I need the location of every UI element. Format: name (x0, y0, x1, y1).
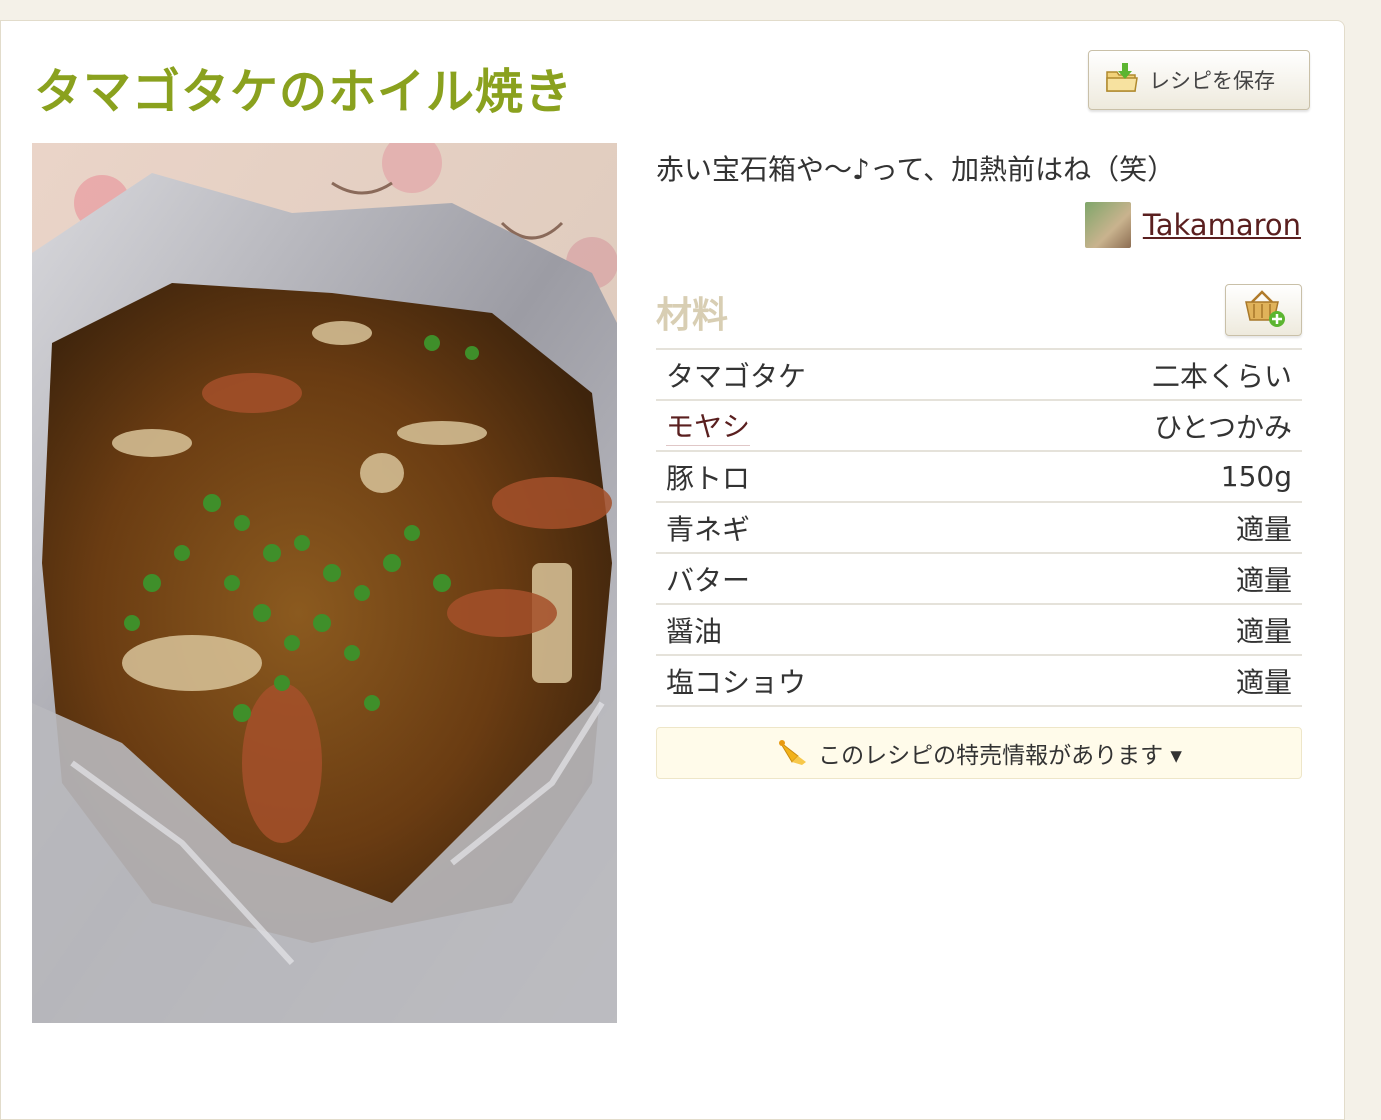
ingredient-quantity: 適量 (1235, 665, 1292, 699)
ingredient-quantity: 適量 (1235, 512, 1292, 546)
ingredient-name-link[interactable]: モヤシ (666, 405, 751, 446)
folder-download-icon (1105, 62, 1139, 99)
ingredient-quantity: ひとつかみ (1153, 410, 1292, 444)
page-gutter (1352, 0, 1381, 1050)
ingredient-row: 豚トロ 150g (656, 452, 1302, 503)
author-avatar[interactable] (1084, 202, 1131, 248)
basket-add-icon (1242, 288, 1286, 332)
ingredient-row: モヤシ ひとつかみ (656, 401, 1302, 452)
ingredient-name: 豚トロ (666, 461, 751, 495)
ingredient-name: バター (666, 563, 751, 597)
megaphone-icon (776, 734, 810, 772)
sale-info-toggle[interactable]: このレシピの特売情報があります ▾ (656, 727, 1302, 779)
ingredient-name: 塩コショウ (666, 665, 807, 699)
ingredient-quantity: 適量 (1235, 614, 1292, 648)
sale-info-label: このレシピの特売情報があります ▾ (818, 743, 1182, 769)
ingredient-row: タマゴタケ 二本くらい (656, 350, 1302, 401)
ingredient-name: 醤油 (666, 614, 723, 648)
add-to-basket-button[interactable] (1225, 284, 1302, 336)
ingredient-quantity: 二本くらい (1151, 359, 1292, 393)
ingredient-name: 青ネギ (666, 512, 751, 546)
save-button-label: レシピを保存 (1149, 69, 1275, 93)
ingredient-quantity: 適量 (1235, 563, 1292, 597)
recipe-title: タマゴタケのホイル焼き (34, 64, 574, 120)
recipe-description: 赤い宝石箱や〜♪って、加熱前はね（笑） (656, 153, 1176, 186)
ingredient-row: 青ネギ 適量 (656, 503, 1302, 554)
ingredients-heading: 材料 (656, 295, 729, 336)
ingredient-quantity: 150g (1220, 460, 1292, 493)
ingredients-table: タマゴタケ 二本くらい モヤシ ひとつかみ 豚トロ 150g 青ネギ 適量 バタ… (656, 348, 1302, 707)
ingredient-name: タマゴタケ (666, 359, 807, 393)
ingredient-row: 塩コショウ 適量 (656, 656, 1302, 707)
author-block[interactable]: Takamaron (1084, 202, 1301, 248)
ingredient-row: 醤油 適量 (656, 605, 1302, 656)
save-recipe-button[interactable]: レシピを保存 (1088, 50, 1310, 110)
recipe-photo (32, 143, 617, 1023)
ingredient-row: バター 適量 (656, 554, 1302, 605)
author-name-link[interactable]: Takamaron (1143, 208, 1301, 242)
